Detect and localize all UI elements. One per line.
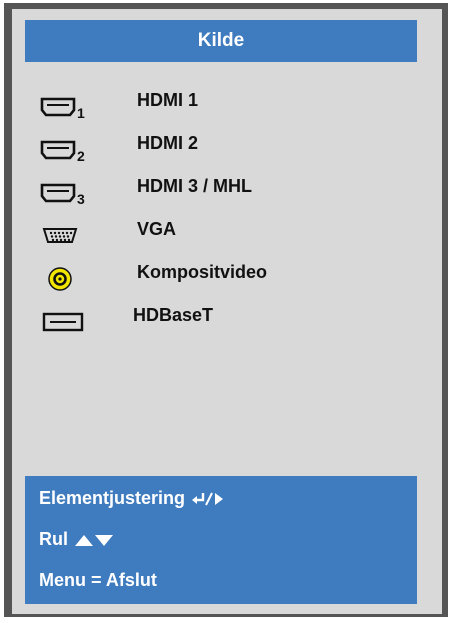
source-label-hdmi-1: HDMI 1 — [137, 90, 199, 110]
hdmi-1-subscript: 1 — [77, 105, 85, 120]
hdmi-2-icon: 2 — [40, 140, 85, 163]
source-item-hdmi-3-mhl[interactable]: 3 HDMI 3 / MHL — [25, 172, 417, 215]
enter-right-arrow-icon — [191, 490, 227, 508]
source-item-vga[interactable]: VGA — [25, 215, 417, 258]
hint-adjust-label: Elementjustering — [39, 488, 186, 508]
source-label-composite-video: Kompositvideo — [137, 262, 268, 282]
vga-icon — [42, 228, 78, 243]
source-item-composite-video[interactable]: Kompositvideo — [25, 258, 417, 301]
source-label-hdmi-2: HDMI 2 — [137, 133, 199, 153]
source-item-hdmi-2[interactable]: 2 HDMI 2 — [25, 129, 417, 172]
hint-exit: Menu = Afslut — [39, 570, 157, 591]
source-item-hdbaset[interactable]: HDBaseT — [25, 301, 417, 344]
hint-adjust: Elementjustering — [39, 488, 227, 509]
menu-title: Kilde — [25, 20, 417, 62]
up-down-arrows-icon — [74, 532, 114, 548]
hdmi-3-subscript: 3 — [77, 191, 85, 206]
source-label-hdbaset: HDBaseT — [133, 305, 214, 325]
composite-video-icon — [48, 267, 72, 291]
hint-scroll: Rul — [39, 529, 114, 550]
source-list: 1 HDMI 1 2 HDMI 2 3 HDMI 3 / MHL VGA Kom… — [25, 86, 417, 344]
source-label-hdmi-3-mhl: HDMI 3 / MHL — [137, 176, 252, 196]
hdmi-2-subscript: 2 — [77, 148, 85, 163]
hint-exit-label: Menu = Afslut — [39, 570, 157, 590]
hdmi-3-icon: 3 — [40, 183, 85, 206]
help-panel: Elementjustering Rul Menu = Afslut — [25, 476, 417, 604]
hdbaset-icon — [42, 312, 84, 332]
hint-scroll-label: Rul — [39, 529, 68, 549]
source-item-hdmi-1[interactable]: 1 HDMI 1 — [25, 86, 417, 129]
source-label-vga: VGA — [137, 219, 177, 239]
hdmi-1-icon: 1 — [40, 97, 85, 120]
